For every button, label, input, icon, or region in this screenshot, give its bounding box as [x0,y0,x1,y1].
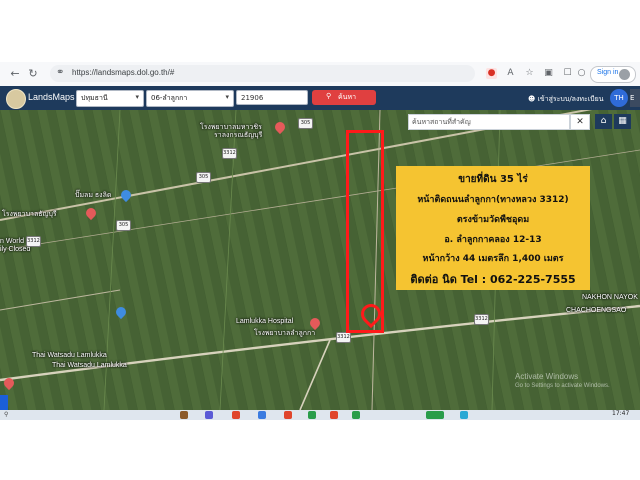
chevron-down-icon: ▾ [135,93,139,101]
poi-label: ily Closed [0,246,31,253]
app-title: LandsMaps [28,92,75,102]
poi-label: โรงพยาบาลลำลูกกา [254,330,316,337]
user-icon: ☻ [528,95,538,103]
parcel-number-input[interactable] [236,90,308,105]
land-plot-outline[interactable] [346,130,384,333]
lock-icon: ⚭ [56,67,65,78]
profile-icon[interactable]: ○ [576,68,587,79]
extension-icon[interactable]: ● [486,68,497,79]
banner-line: ตรงข้ามวัดพืชอุดม [456,215,530,225]
landmark-search-input[interactable]: ค้นหาสถานที่สำคัญ [408,114,570,130]
favorite-icon[interactable]: ☆ [524,68,535,79]
home-icon[interactable]: ⌂ [595,114,612,129]
road-number-shield: 305 [298,118,313,129]
url-text: https://landsmaps.dol.go.th/# [72,68,175,77]
sign-in-button[interactable]: Sign in [590,66,636,83]
map-edge-control [0,395,8,410]
province-label: NAKHON NAYOK [582,294,638,301]
language-button[interactable]: TH [610,89,628,107]
banner-line: หน้ากว้าง 44 เมตรลึก 1,400 เมตร [422,254,564,264]
search-button[interactable]: ⚲ ค้นหา [312,90,376,105]
activate-windows-subtitle: Go to Settings to activate Windows. [515,383,610,389]
app-icon[interactable] [426,411,444,419]
province-select[interactable]: ปทุมธานี ▾ [76,90,144,107]
address-bar[interactable]: ⚭ https://landsmaps.dol.go.th/# [50,65,475,82]
back-icon[interactable]: ← [8,67,22,81]
clear-icon[interactable]: ✕ [570,114,590,130]
screenshot: ← ↻ ⚭ https://landsmaps.dol.go.th/# ● A … [0,62,640,420]
banner-line: อ. ลำลูกกาคลอง 12-13 [444,235,542,245]
road-number-shield: 3312 [474,314,489,325]
login-register-link[interactable]: ☻ เข้าสู่ระบบ/ลงทะเบียน [528,94,603,105]
app-icon[interactable] [284,411,292,419]
province-label: CHACHOENGSAO [566,307,627,314]
login-label: เข้าสู่ระบบ/ลงทะเบียน [537,95,604,103]
landsmaps-logo [6,89,26,109]
grid-icon[interactable]: ▦ [614,114,631,129]
road-number-shield: 305 [116,220,131,231]
file-explorer-icon[interactable] [180,411,188,419]
poi-label[interactable]: Thai Watsadu Lamlukka [32,352,107,359]
landmark-search-placeholder: ค้นหาสถานที่สำคัญ [412,118,471,126]
chevron-down-icon: ▾ [225,93,229,101]
poi-label: ราลงกรณธัญบุรี [214,132,263,139]
app-icon[interactable] [352,411,360,419]
search-icon: ⚲ [326,92,332,100]
collections-icon[interactable]: ☐ [562,68,573,79]
sign-in-label: Sign in [597,69,619,76]
road-number-shield: 3312 [26,236,41,247]
app-icon[interactable] [205,411,213,419]
app-icon[interactable] [330,411,338,419]
app-header: LandsMaps ปทุมธานี ▾ 06-ลำลูกกา ▾ ⚲ ค้นห… [0,86,640,110]
satellite-map[interactable]: ค้นหาสถานที่สำคัญ ✕ ⌂ ▦ โรงพยาบาลมหาวชิร… [0,110,640,410]
road-number-shield: 305 [196,172,211,183]
road-number-shield: 3312 [222,148,237,159]
taskbar-clock: 17:47 [612,410,630,417]
app-icon[interactable] [232,411,240,419]
reload-icon[interactable]: ↻ [26,67,40,81]
taskbar-search-icon[interactable]: ⚲ [4,411,8,418]
app-icon[interactable] [460,411,468,419]
banner-line: ติดต่อ นิด Tel : 062-225-7555 [410,273,576,286]
sale-banner: ขายที่ดิน 35 ไร่ หน้าติดถนนลำลูกกา(ทางหล… [396,166,590,290]
read-aloud-icon[interactable]: A [505,68,516,79]
windows-taskbar: ⚲ 17:47 [0,410,640,420]
poi-label: Thai Watsadu Lamlukka [52,362,127,369]
split-screen-icon[interactable]: ▣ [543,68,554,79]
activate-windows-title: Activate Windows [515,372,579,381]
user-avatar-icon [619,69,630,80]
road-number-shield: 3312 [336,332,351,343]
poi-label[interactable]: Lamlukka Hospital [236,318,293,325]
app-icon[interactable] [308,411,316,419]
district-value: 06-ลำลูกกา [151,94,188,102]
banner-line: ขายที่ดิน 35 ไร่ [458,174,528,185]
poi-label[interactable]: n World [0,238,24,245]
language-button-alt[interactable]: E [630,89,640,107]
banner-line: หน้าติดถนนลำลูกกา(ทางหลวง 3312) [417,195,569,205]
browser-toolbar: ← ↻ ⚭ https://landsmaps.dol.go.th/# ● A … [0,62,640,87]
poi-label[interactable]: โรงพยาบาลธัญบุรี [2,209,57,220]
app-icon[interactable] [258,411,266,419]
province-value: ปทุมธานี [81,94,108,102]
poi-label[interactable]: ปั๊มลม ธงลิด [75,190,111,201]
district-select[interactable]: 06-ลำลูกกา ▾ [146,90,234,107]
search-label: ค้นหา [338,93,357,101]
